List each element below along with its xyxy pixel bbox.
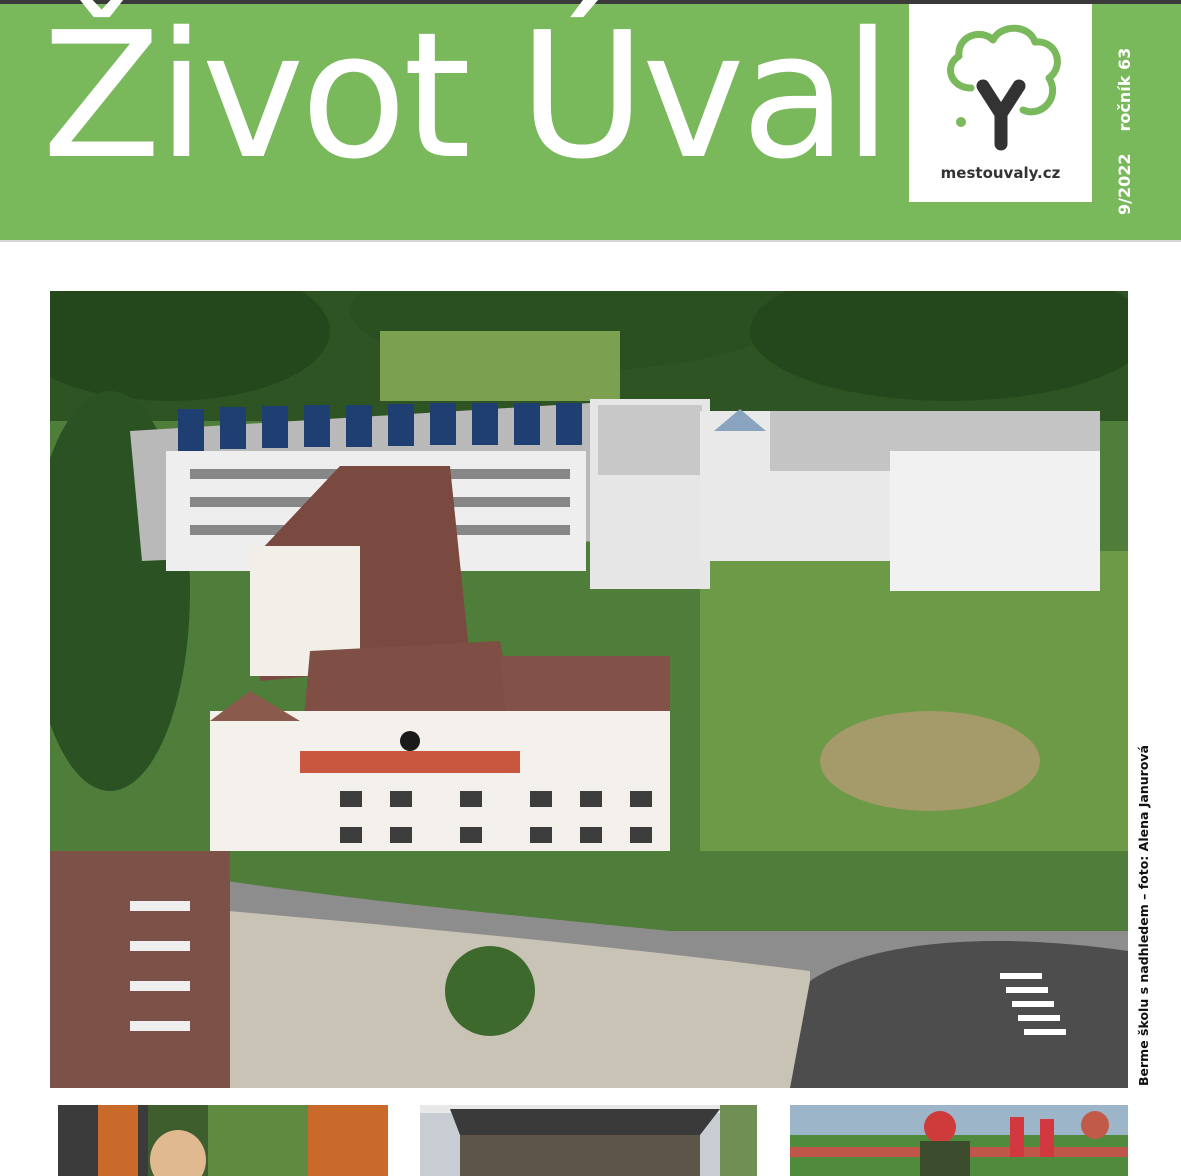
- issue-info: 9/2022 ročník 63: [1107, 40, 1147, 220]
- logo-url[interactable]: mestouvaly.cz: [909, 164, 1092, 182]
- masthead: Život Úval mestouvaly.cz 9/2022ročník 63: [0, 4, 1181, 242]
- tree-logo-icon: [947, 24, 1061, 151]
- vehicle-interior-photo-icon: [58, 1105, 388, 1176]
- thumbnail-1[interactable]: [58, 1105, 388, 1176]
- sports-race-photo-icon: [790, 1105, 1128, 1176]
- thumbnail-2[interactable]: [420, 1105, 757, 1176]
- issue-number: 9/2022: [1115, 153, 1134, 215]
- thumbnail-3[interactable]: [790, 1105, 1128, 1176]
- cover-photo: [50, 291, 1128, 1088]
- stage-tent-photo-icon: [420, 1105, 757, 1176]
- aerial-school-photo-icon: [50, 291, 1128, 1088]
- magazine-title: Život Úval: [42, 0, 892, 198]
- city-logo[interactable]: mestouvaly.cz: [909, 4, 1092, 202]
- volume-number: ročník 63: [1115, 47, 1134, 132]
- photo-caption: Berme školu s nadhledem – foto: Alena Ja…: [1136, 745, 1151, 1086]
